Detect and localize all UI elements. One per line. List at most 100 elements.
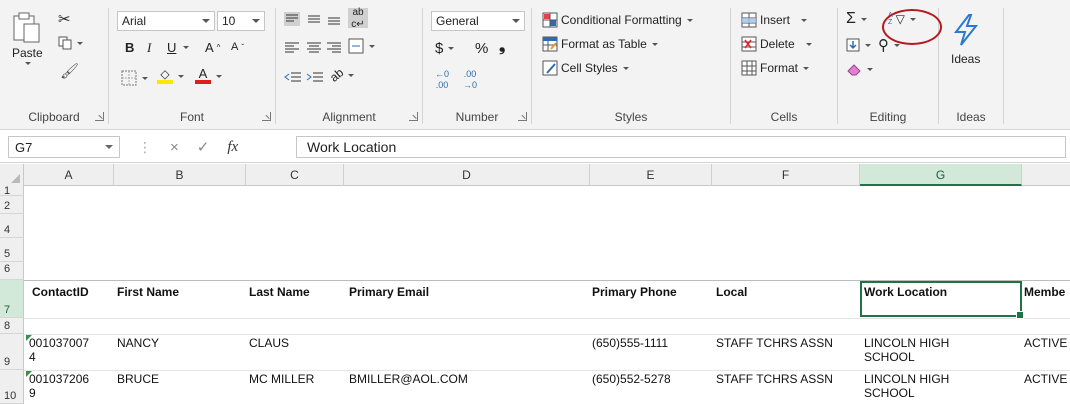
cancel-icon[interactable]: × [170,139,179,156]
currency-button[interactable]: $ [435,40,455,57]
header-primary-phone[interactable]: Primary Phone [592,285,677,299]
enter-icon[interactable]: ✓ [197,138,210,156]
number-launcher-icon[interactable] [518,112,527,121]
merge-center-button[interactable] [348,38,375,54]
number-format-select[interactable]: General [431,11,525,31]
percent-button[interactable]: % [475,40,488,57]
active-cell-selection[interactable] [860,281,1024,319]
column-header-h[interactable] [1022,164,1070,186]
format-button[interactable]: Format [741,60,810,76]
row10-primary-email[interactable]: BMILLER@AOL.COM [349,372,468,386]
row-header-10[interactable]: 10 [0,370,24,404]
italic-button[interactable]: I [147,40,151,56]
insert-function-icon[interactable]: fx [227,139,238,156]
row10-last-name[interactable]: MC MILLER [249,372,314,386]
fill-color-button[interactable]: ◇ [157,68,184,84]
row-header-1[interactable]: 1 [0,185,24,197]
font-family-select[interactable]: Arial [117,11,215,31]
align-bottom-icon[interactable] [326,12,342,26]
row9-member[interactable]: ACTIVE [1024,336,1067,350]
font-color-button[interactable]: A [195,67,222,84]
delete-button[interactable]: Delete [741,36,812,52]
column-header-e[interactable]: E [590,164,712,186]
font-launcher-icon[interactable] [262,112,271,121]
chevron-down-icon [202,19,210,23]
row9-local[interactable]: STAFF TCHRS ASSN [716,336,833,350]
bold-button[interactable]: B [125,40,134,55]
increase-indent-icon[interactable] [306,70,324,84]
fill-color-icon: ◇ [157,68,173,84]
row10-local[interactable]: STAFF TCHRS ASSN [716,372,833,386]
copy-button[interactable] [58,36,83,50]
row-header-4[interactable]: 4 [0,214,24,238]
header-contact-id[interactable]: ContactID [32,285,89,299]
borders-button[interactable] [121,70,148,86]
align-top-icon[interactable] [284,12,300,26]
row10-member[interactable]: ACTIVE [1024,372,1067,386]
format-painter-icon[interactable]: 🖌 [60,62,79,80]
align-left-icon[interactable] [284,40,300,54]
column-header-c[interactable]: C [246,164,344,186]
underline-button[interactable]: U [167,40,176,55]
chevron-down-icon[interactable] [105,145,113,149]
row9-primary-phone[interactable]: (650)555-1111 [592,336,668,350]
align-center-icon[interactable] [306,40,322,54]
chevron-down-icon[interactable] [25,62,32,65]
row9-contact-id[interactable]: 001037007 4 [29,336,89,364]
alignment-launcher-icon[interactable] [409,112,418,121]
row-header-8[interactable]: 8 [0,318,24,334]
align-middle-icon[interactable] [306,12,322,26]
chevron-down-icon [252,19,260,23]
increase-decimal-icon[interactable]: ←0.00 [435,70,449,90]
align-right-icon[interactable] [326,40,342,54]
row10-primary-phone[interactable]: (650)552-5278 [592,372,671,386]
row10-first-name[interactable]: BRUCE [117,372,159,386]
decrease-decimal-icon[interactable]: .00 →0 [463,70,477,90]
header-member[interactable]: Membe [1024,285,1070,299]
column-header-b[interactable]: B [114,164,246,186]
ideas-button[interactable]: Ideas [951,14,980,66]
wrap-text-icon[interactable]: ab c↵ [348,7,368,29]
underline-dropdown[interactable] [181,46,189,49]
header-first-name[interactable]: First Name [117,285,179,299]
font-size-select[interactable]: 10 [217,11,265,31]
row-header-9[interactable]: 9 [0,334,24,370]
row10-contact-id[interactable]: 001037206 9 [29,372,89,400]
formula-input[interactable]: Work Location [296,136,1066,158]
row10-work-location[interactable]: LINCOLN HIGH SCHOOL [864,372,984,400]
clipboard-launcher-icon[interactable] [95,112,104,121]
chevron-down-icon [512,19,520,23]
row-header-5[interactable]: 5 [0,238,24,262]
fill-button[interactable] [846,38,871,52]
column-header-f[interactable]: F [712,164,860,186]
clear-button[interactable] [846,62,873,76]
row9-last-name[interactable]: CLAUS [249,336,289,350]
column-header-a[interactable]: A [24,164,114,186]
conditional-formatting-button[interactable]: Conditional Formatting [542,12,693,28]
row9-work-location[interactable]: LINCOLN HIGH SCHOOL [864,336,984,364]
decrease-indent-icon[interactable] [284,70,302,84]
row-header-6[interactable]: 6 [0,262,24,280]
header-last-name[interactable]: Last Name [249,285,310,299]
comma-button[interactable]: ❟ [499,38,505,56]
paste-button[interactable]: Paste [12,12,43,65]
cell-styles-button[interactable]: Cell Styles [542,60,629,76]
select-all-button[interactable] [0,164,24,186]
chevron-down-icon [651,42,658,46]
increase-font-button[interactable]: A ^ [205,40,220,55]
row-header-7[interactable]: 7 [0,280,24,318]
row9-first-name[interactable]: NANCY [117,336,159,350]
chevron-down-icon [77,41,83,45]
autosum-button[interactable]: Σ [846,10,867,28]
name-box[interactable]: G7 [8,136,120,158]
decrease-font-button[interactable]: Aˇ [231,41,244,53]
header-local[interactable]: Local [716,285,747,299]
header-primary-email[interactable]: Primary Email [349,285,429,299]
column-header-d[interactable]: D [344,164,590,186]
cut-icon[interactable]: ✂ [58,10,71,28]
row-header-2[interactable]: 2 [0,196,24,214]
orientation-button[interactable]: ab [327,65,355,85]
insert-button[interactable]: Insert [741,12,808,28]
column-header-g[interactable]: G [860,164,1022,186]
format-as-table-button[interactable]: Format as Table [542,36,658,52]
